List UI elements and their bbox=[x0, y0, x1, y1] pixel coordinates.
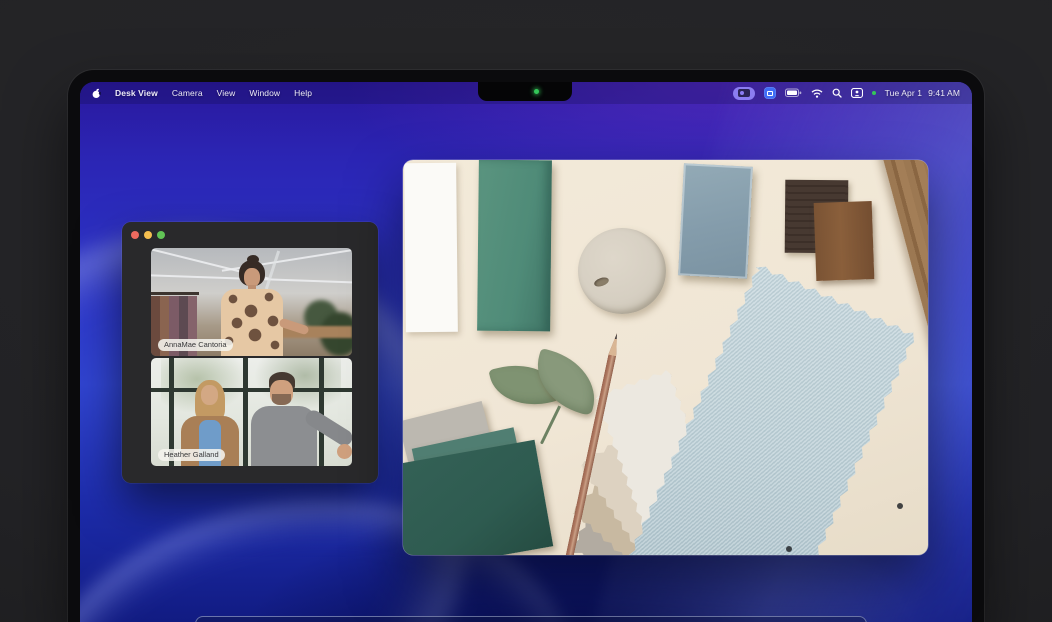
participant-name-badge: Heather Galland bbox=[158, 449, 225, 461]
blue-gray-tile bbox=[678, 163, 753, 278]
wifi-icon[interactable] bbox=[811, 89, 823, 98]
annamae-hair-bun bbox=[247, 255, 259, 264]
notch-camera-indicator bbox=[534, 89, 539, 94]
incoming-window-top-edge bbox=[195, 616, 867, 622]
felt-disc-hole bbox=[593, 276, 610, 288]
desk-view-icon bbox=[738, 89, 750, 97]
participant-tile-heather: Heather Galland bbox=[151, 358, 352, 466]
desk-view-window bbox=[403, 160, 928, 555]
screenshot-stage: Desk View Camera View Window Help bbox=[0, 0, 1052, 622]
studio-truss bbox=[265, 251, 280, 290]
heather-face bbox=[201, 385, 218, 405]
teal-tile bbox=[477, 160, 552, 331]
call-window-titlebar[interactable] bbox=[122, 222, 378, 248]
window-mullion bbox=[151, 388, 352, 392]
time-label: 9:41 AM bbox=[928, 88, 960, 98]
felt-disc bbox=[578, 228, 666, 314]
user-switch-icon[interactable] bbox=[851, 88, 863, 98]
participant-tiles: AnnaMae Cantoria Heather Galland bbox=[151, 248, 352, 468]
zoom-button[interactable] bbox=[157, 231, 165, 239]
white-tile bbox=[404, 163, 458, 333]
swatch-grommet bbox=[786, 546, 792, 552]
menu-view[interactable]: View bbox=[217, 88, 236, 98]
participant-tile-annamae: AnnaMae Cantoria bbox=[151, 248, 352, 356]
close-button[interactable] bbox=[131, 231, 139, 239]
menu-bar-clock[interactable]: Tue Apr 1 9:41 AM bbox=[885, 88, 960, 98]
menu-camera[interactable]: Camera bbox=[172, 88, 203, 98]
video-call-window: AnnaMae Cantoria Heather Galland bbox=[122, 222, 378, 483]
apple-menu[interactable] bbox=[92, 88, 101, 99]
minimize-button[interactable] bbox=[144, 231, 152, 239]
camera-active-dot bbox=[872, 91, 876, 95]
swatch-grommet bbox=[897, 503, 903, 509]
spotlight-search-icon[interactable] bbox=[832, 88, 842, 98]
man-hand bbox=[337, 444, 352, 459]
participant-name-badge: AnnaMae Cantoria bbox=[158, 339, 233, 351]
window-mullion bbox=[243, 358, 248, 466]
date-label: Tue Apr 1 bbox=[885, 88, 922, 98]
clothing-rack bbox=[151, 292, 199, 295]
eucalyptus-stem bbox=[540, 405, 561, 444]
desk-view-active-pill[interactable] bbox=[733, 87, 755, 100]
battery-icon[interactable] bbox=[785, 88, 802, 98]
menu-window[interactable]: Window bbox=[249, 88, 280, 98]
display-notch bbox=[478, 82, 572, 101]
continuity-app-icon[interactable] bbox=[764, 87, 776, 99]
man-beard bbox=[272, 394, 291, 405]
menu-help[interactable]: Help bbox=[294, 88, 312, 98]
brown-wood-sample bbox=[814, 201, 875, 281]
menu-app-name[interactable]: Desk View bbox=[115, 88, 158, 98]
apple-logo-icon bbox=[92, 88, 101, 99]
